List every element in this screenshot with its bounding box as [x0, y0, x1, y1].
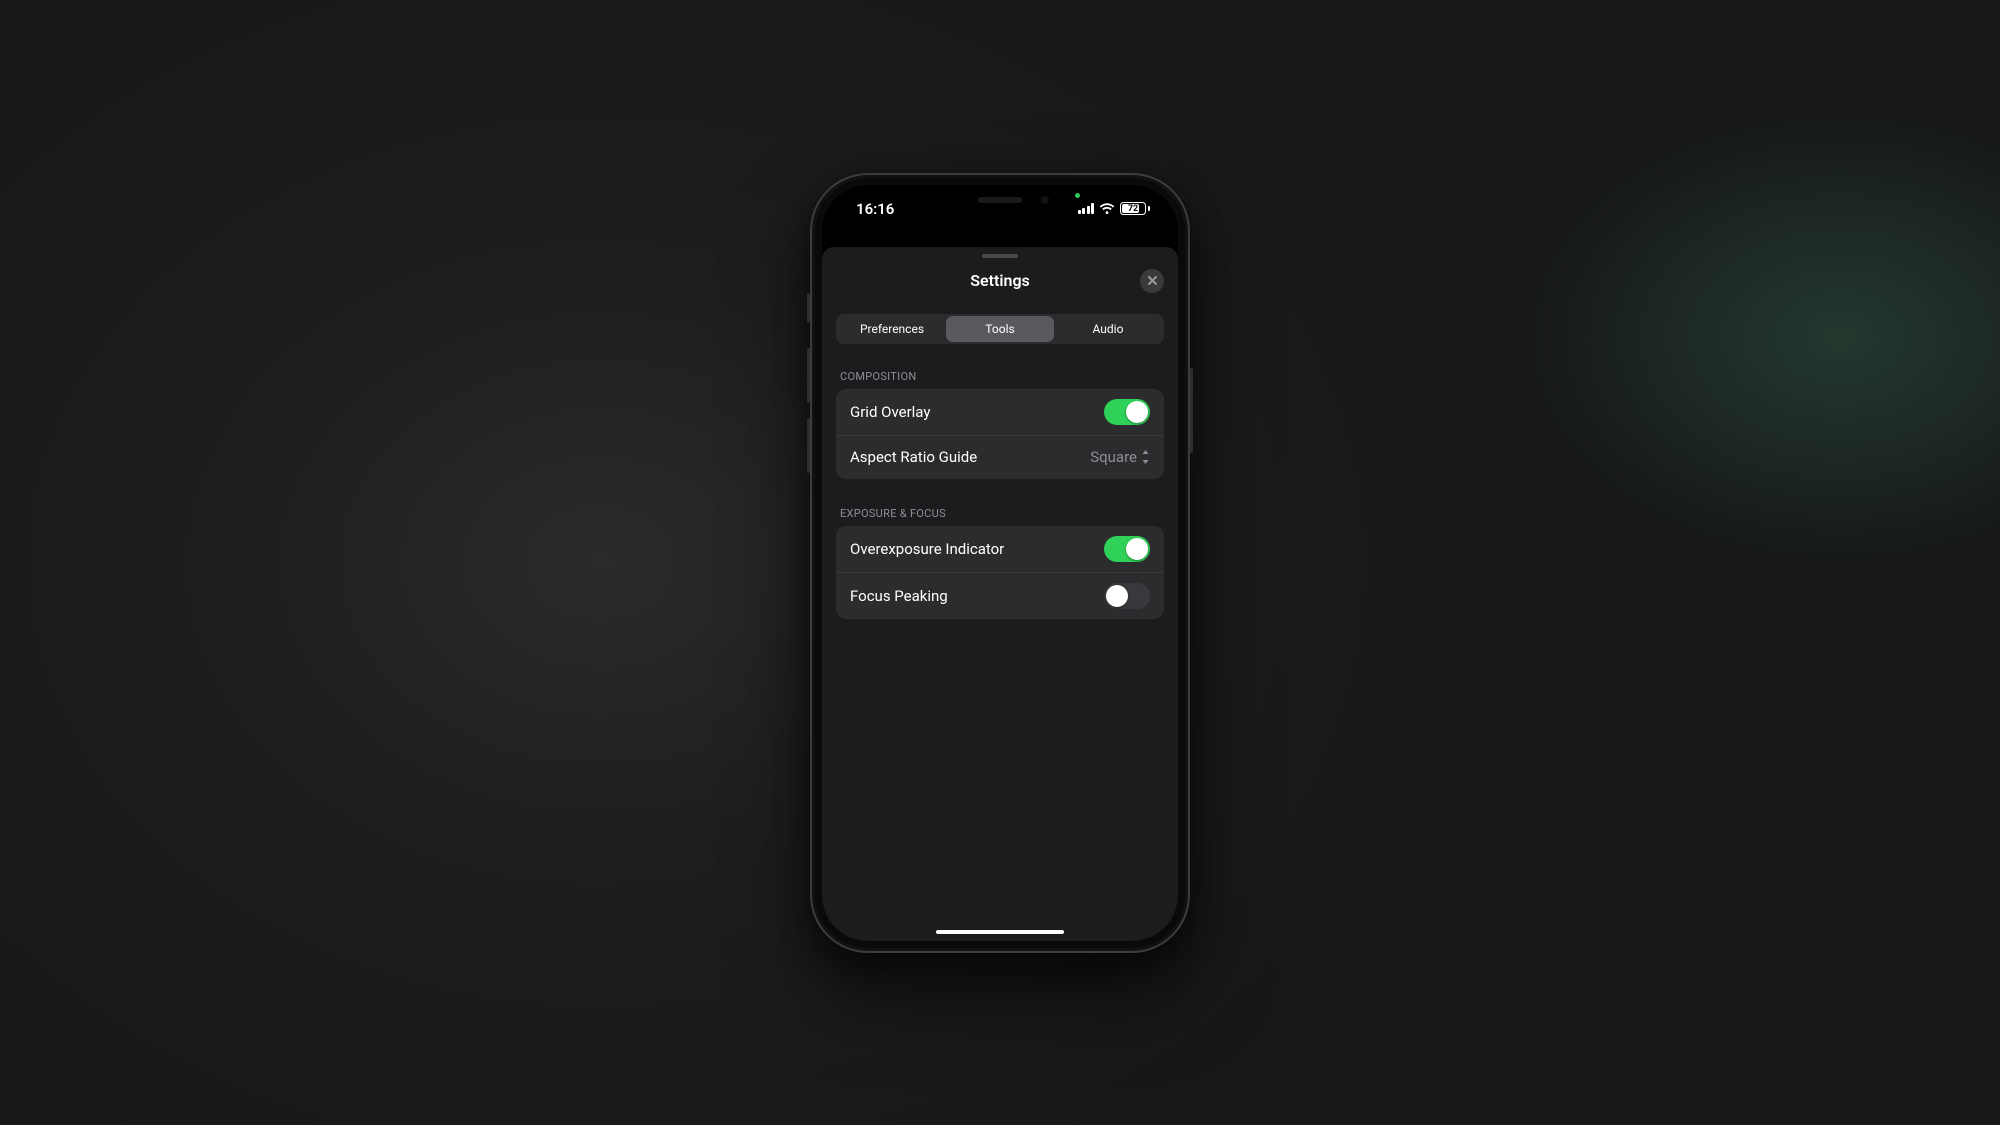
- wifi-icon: [1099, 203, 1115, 215]
- close-icon: [1147, 275, 1158, 286]
- row-overexposure-indicator: Overexposure Indicator: [836, 526, 1164, 572]
- tab-preferences[interactable]: Preferences: [838, 316, 946, 342]
- row-grid-overlay: Grid Overlay: [836, 389, 1164, 435]
- cellular-signal-icon: [1078, 203, 1095, 214]
- phone-frame: 16:16 72 Sett: [810, 173, 1190, 953]
- close-button[interactable]: [1140, 269, 1164, 293]
- battery-icon: 72: [1120, 202, 1150, 215]
- settings-sheet: Settings Preferences Tools Audio: [822, 247, 1178, 941]
- row-aspect-ratio[interactable]: Aspect Ratio Guide Square: [836, 435, 1164, 479]
- toggle-overexposure-indicator[interactable]: [1104, 536, 1150, 562]
- toggle-focus-peaking[interactable]: [1104, 583, 1150, 609]
- section-composition: COMPOSITION Grid Overlay Aspect Ratio Gu…: [836, 370, 1164, 479]
- volume-up-button: [807, 348, 810, 403]
- screen: 16:16 72 Sett: [822, 185, 1178, 941]
- list-exposure-focus: Overexposure Indicator Focus Peaking: [836, 526, 1164, 619]
- status-time: 16:16: [856, 200, 894, 218]
- section-header-exposure-focus: EXPOSURE & FOCUS: [836, 507, 1164, 526]
- section-header-composition: COMPOSITION: [836, 370, 1164, 389]
- notch: [921, 185, 1079, 215]
- volume-down-button: [807, 418, 810, 473]
- home-indicator[interactable]: [936, 930, 1064, 934]
- front-camera: [1041, 196, 1049, 204]
- sheet-title: Settings: [970, 271, 1030, 290]
- tab-segmented-control[interactable]: Preferences Tools Audio: [836, 314, 1164, 344]
- row-label: Overexposure Indicator: [850, 540, 1004, 558]
- section-exposure-focus: EXPOSURE & FOCUS Overexposure Indicator …: [836, 507, 1164, 619]
- sheet-header: Settings: [836, 264, 1164, 298]
- battery-percent: 72: [1128, 204, 1138, 214]
- camera-active-indicator-icon: [1075, 193, 1080, 198]
- row-value: Square: [1090, 448, 1150, 466]
- sheet-grabber[interactable]: [982, 254, 1018, 258]
- tab-tools[interactable]: Tools: [946, 316, 1054, 342]
- tab-audio[interactable]: Audio: [1054, 316, 1162, 342]
- speaker-grille: [978, 197, 1022, 203]
- status-right: 72: [1078, 202, 1151, 215]
- row-focus-peaking: Focus Peaking: [836, 572, 1164, 619]
- row-label: Aspect Ratio Guide: [850, 448, 977, 466]
- mute-switch: [807, 293, 810, 323]
- list-composition: Grid Overlay Aspect Ratio Guide Square: [836, 389, 1164, 479]
- row-label: Grid Overlay: [850, 403, 930, 421]
- row-label: Focus Peaking: [850, 587, 948, 605]
- chevron-updown-icon: [1141, 450, 1150, 464]
- toggle-grid-overlay[interactable]: [1104, 399, 1150, 425]
- side-button: [1190, 368, 1193, 453]
